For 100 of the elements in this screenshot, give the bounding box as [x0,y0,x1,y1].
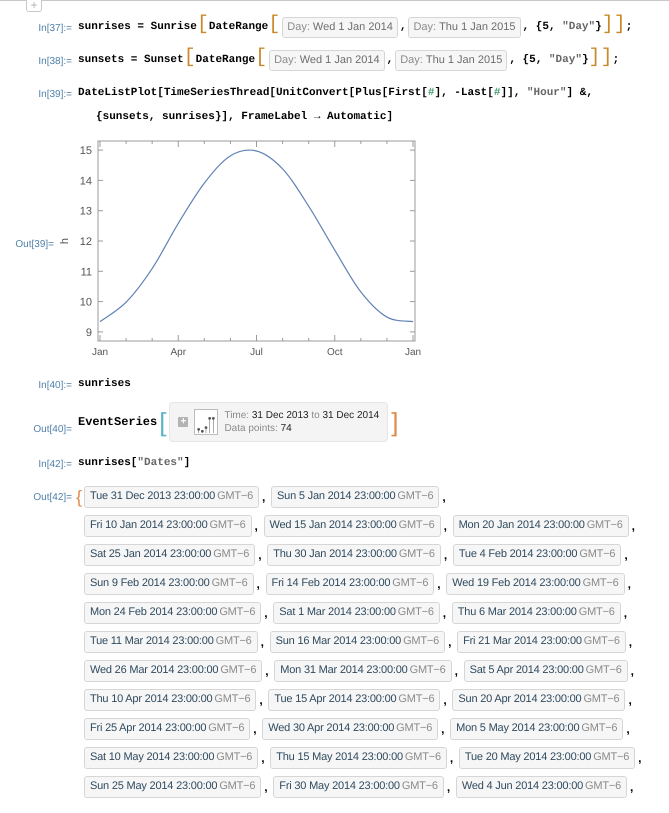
separator-comma: , [630,518,636,534]
cell-prompt-label: In[42]:= [37,458,73,472]
separator-comma: , [625,720,631,738]
date-object-box: Sat 10 May 2014 23:00:00 GMT−6 [84,746,258,768]
date-object-box: Thu 30 Jan 2014 23:00:00 GMT−6 [267,544,441,566]
code-text: sunrises["Dates"] [78,456,190,471]
separator-comma: , [260,634,265,650]
separator-comma: , [256,576,261,592]
separator-comma: , [436,576,442,592]
x-tick-label: Jan [92,347,108,358]
separator-comma: , [454,662,459,680]
separator-comma: , [254,518,259,534]
date-object-box: Thu 6 Mar 2014 23:00:00 GMT−6 [452,602,621,624]
separator-comma: , [447,634,452,650]
cell-prompt-label: In[39]:= [37,88,73,102]
separator-comma: , [630,662,635,680]
date-object-box: Sat 1 Mar 2014 23:00:00 GMT−6 [273,602,440,624]
date-object-box: Sun 5 Jan 2014 23:00:00 GMT−6 [271,486,440,508]
cell-prompt-label: In[37]:= [37,22,73,36]
date-object-box: Fri 21 Mar 2014 23:00:00 GMT−6 [457,630,626,652]
date-object-box: Wed 30 Apr 2014 23:00:00 GMT−6 [262,718,438,740]
separator-comma: , [442,546,448,564]
date-quantity-box: Day: Wed 1 Jan 2014 [269,50,385,70]
brace-glyph: { [76,488,82,506]
x-tick-label: Jul [250,347,263,358]
date-object-box: Tue 11 Mar 2014 23:00:00 GMT−6 [84,630,258,652]
y-tick-label: 14 [80,175,92,188]
bracket-glyph: ] [391,409,398,435]
date-object-box: Tue 20 May 2014 23:00:00 GMT−6 [458,746,636,768]
separator-comma: , [627,692,633,708]
date-object-box: Wed 4 Jun 2014 23:00:00 GMT−6 [456,776,628,798]
date-object-box: Sat 25 Jan 2014 23:00:00 GMT−6 [84,544,256,566]
separator-comma: , [263,778,269,796]
separator-comma: , [440,720,446,738]
separator-comma: , [263,604,269,622]
date-quantity-box: Day: Thu 1 Jan 2015 [395,50,508,70]
separator-comma: , [260,750,266,766]
date-object-box: Wed 26 Mar 2014 23:00:00 GMT−6 [84,660,262,682]
cell-prompt-label: Out[40]= [32,423,73,437]
x-tick-label: Apr [170,347,186,358]
separator-comma: , [258,692,264,708]
date-object-box: Thu 10 Apr 2014 23:00:00 GMT−6 [84,688,256,710]
add-cell-button[interactable]: + [26,0,42,12]
bracket-glyph: [ [159,409,166,435]
date-object-box: Wed 19 Feb 2014 23:00:00 GMT−6 [446,572,625,594]
data-points-text: Data points: 74 [224,422,293,435]
date-object-box: Mon 24 Feb 2014 23:00:00 GMT−6 [84,602,262,624]
date-object-box: Sun 25 May 2014 23:00:00 GMT−6 [84,776,262,798]
y-axis-label: h [59,238,71,244]
date-object-box: Fri 10 Jan 2014 23:00:00 GMT−6 [84,514,252,536]
separator-comma: , [446,778,452,796]
separator-comma: , [629,778,634,796]
separator-comma: , [626,576,632,592]
date-object-box: Thu 15 May 2014 23:00:00 GMT−6 [270,746,447,768]
date-object-box: Tue 31 Dec 2013 23:00:00 GMT−6 [84,486,260,508]
separator-comma: , [441,488,447,506]
y-tick-label: 12 [80,236,92,248]
date-object-box: Tue 15 Apr 2014 23:00:00 GMT−6 [268,688,440,710]
separator-comma: , [257,546,263,564]
expand-button[interactable]: + [178,417,188,427]
code-text: sunrises [78,376,131,392]
date-object-box: Mon 31 Mar 2014 23:00:00 GMT−6 [274,660,452,682]
separator-comma: , [622,604,628,622]
cell-prompt-label: In[38]:= [37,55,73,69]
separator-comma: , [264,662,270,680]
x-tick-label: Oct [326,347,343,358]
separator-comma: , [261,488,266,506]
code-text: {sunsets, sunrises}], FrameLabel → Automatic] [96,110,394,125]
date-object-box: Sun 16 Mar 2014 23:00:00 GMT−6 [270,630,446,652]
code-text: EventSeries [78,414,158,431]
cell-prompt-label: In[40]:= [37,379,73,393]
date-object-box: Sun 9 Feb 2014 23:00:00 GMT−6 [84,572,254,594]
y-tick-label: 9 [86,326,92,339]
separator-comma: , [252,720,258,738]
code-text: , [400,20,406,35]
separator-comma: , [442,604,448,622]
date-object-box: Mon 20 Jan 2014 23:00:00 GMT−6 [452,514,629,536]
date-object-box: Wed 15 Jan 2014 23:00:00 GMT−6 [264,514,441,536]
date-object-box: Sat 5 Apr 2014 23:00:00 GMT−6 [464,660,628,682]
date-quantity-box: Day: Thu 1 Jan 2015 [408,16,521,38]
time-range-text: Time: 31 Dec 2013 to 31 Dec 2014 [224,409,380,422]
event-series-icon [194,409,218,435]
code-text: , [386,52,394,68]
y-tick-label: 11 [80,266,92,278]
y-tick-label: 13 [80,206,92,218]
date-object-box: Sun 20 Apr 2014 23:00:00 GMT−6 [452,688,626,710]
date-object-box: Mon 5 May 2014 23:00:00 GMT−6 [450,718,624,740]
separator-comma: , [623,546,629,564]
date-object-box: Tue 4 Feb 2014 23:00:00 GMT−6 [452,544,622,566]
separator-comma: , [442,692,448,708]
code-text: DateListPlot[TimeSeriesThread[UnitConvert[Plus[First[#], -Last[#]], "Hour"] &, [78,86,593,101]
separator-comma: , [628,634,634,650]
date-object-box: Fri 25 Apr 2014 23:00:00 GMT−6 [84,718,250,740]
separator-comma: , [448,750,454,766]
date-object-box: Fri 14 Feb 2014 23:00:00 GMT−6 [266,572,434,594]
y-tick-label: 10 [80,296,92,309]
date-quantity-box: Day: Wed 1 Jan 2014 [282,16,398,38]
y-tick-label: 15 [80,145,92,158]
cell-prompt-label: Out[42]= [32,491,73,505]
cell-prompt-label: Out[39]= [14,238,55,252]
